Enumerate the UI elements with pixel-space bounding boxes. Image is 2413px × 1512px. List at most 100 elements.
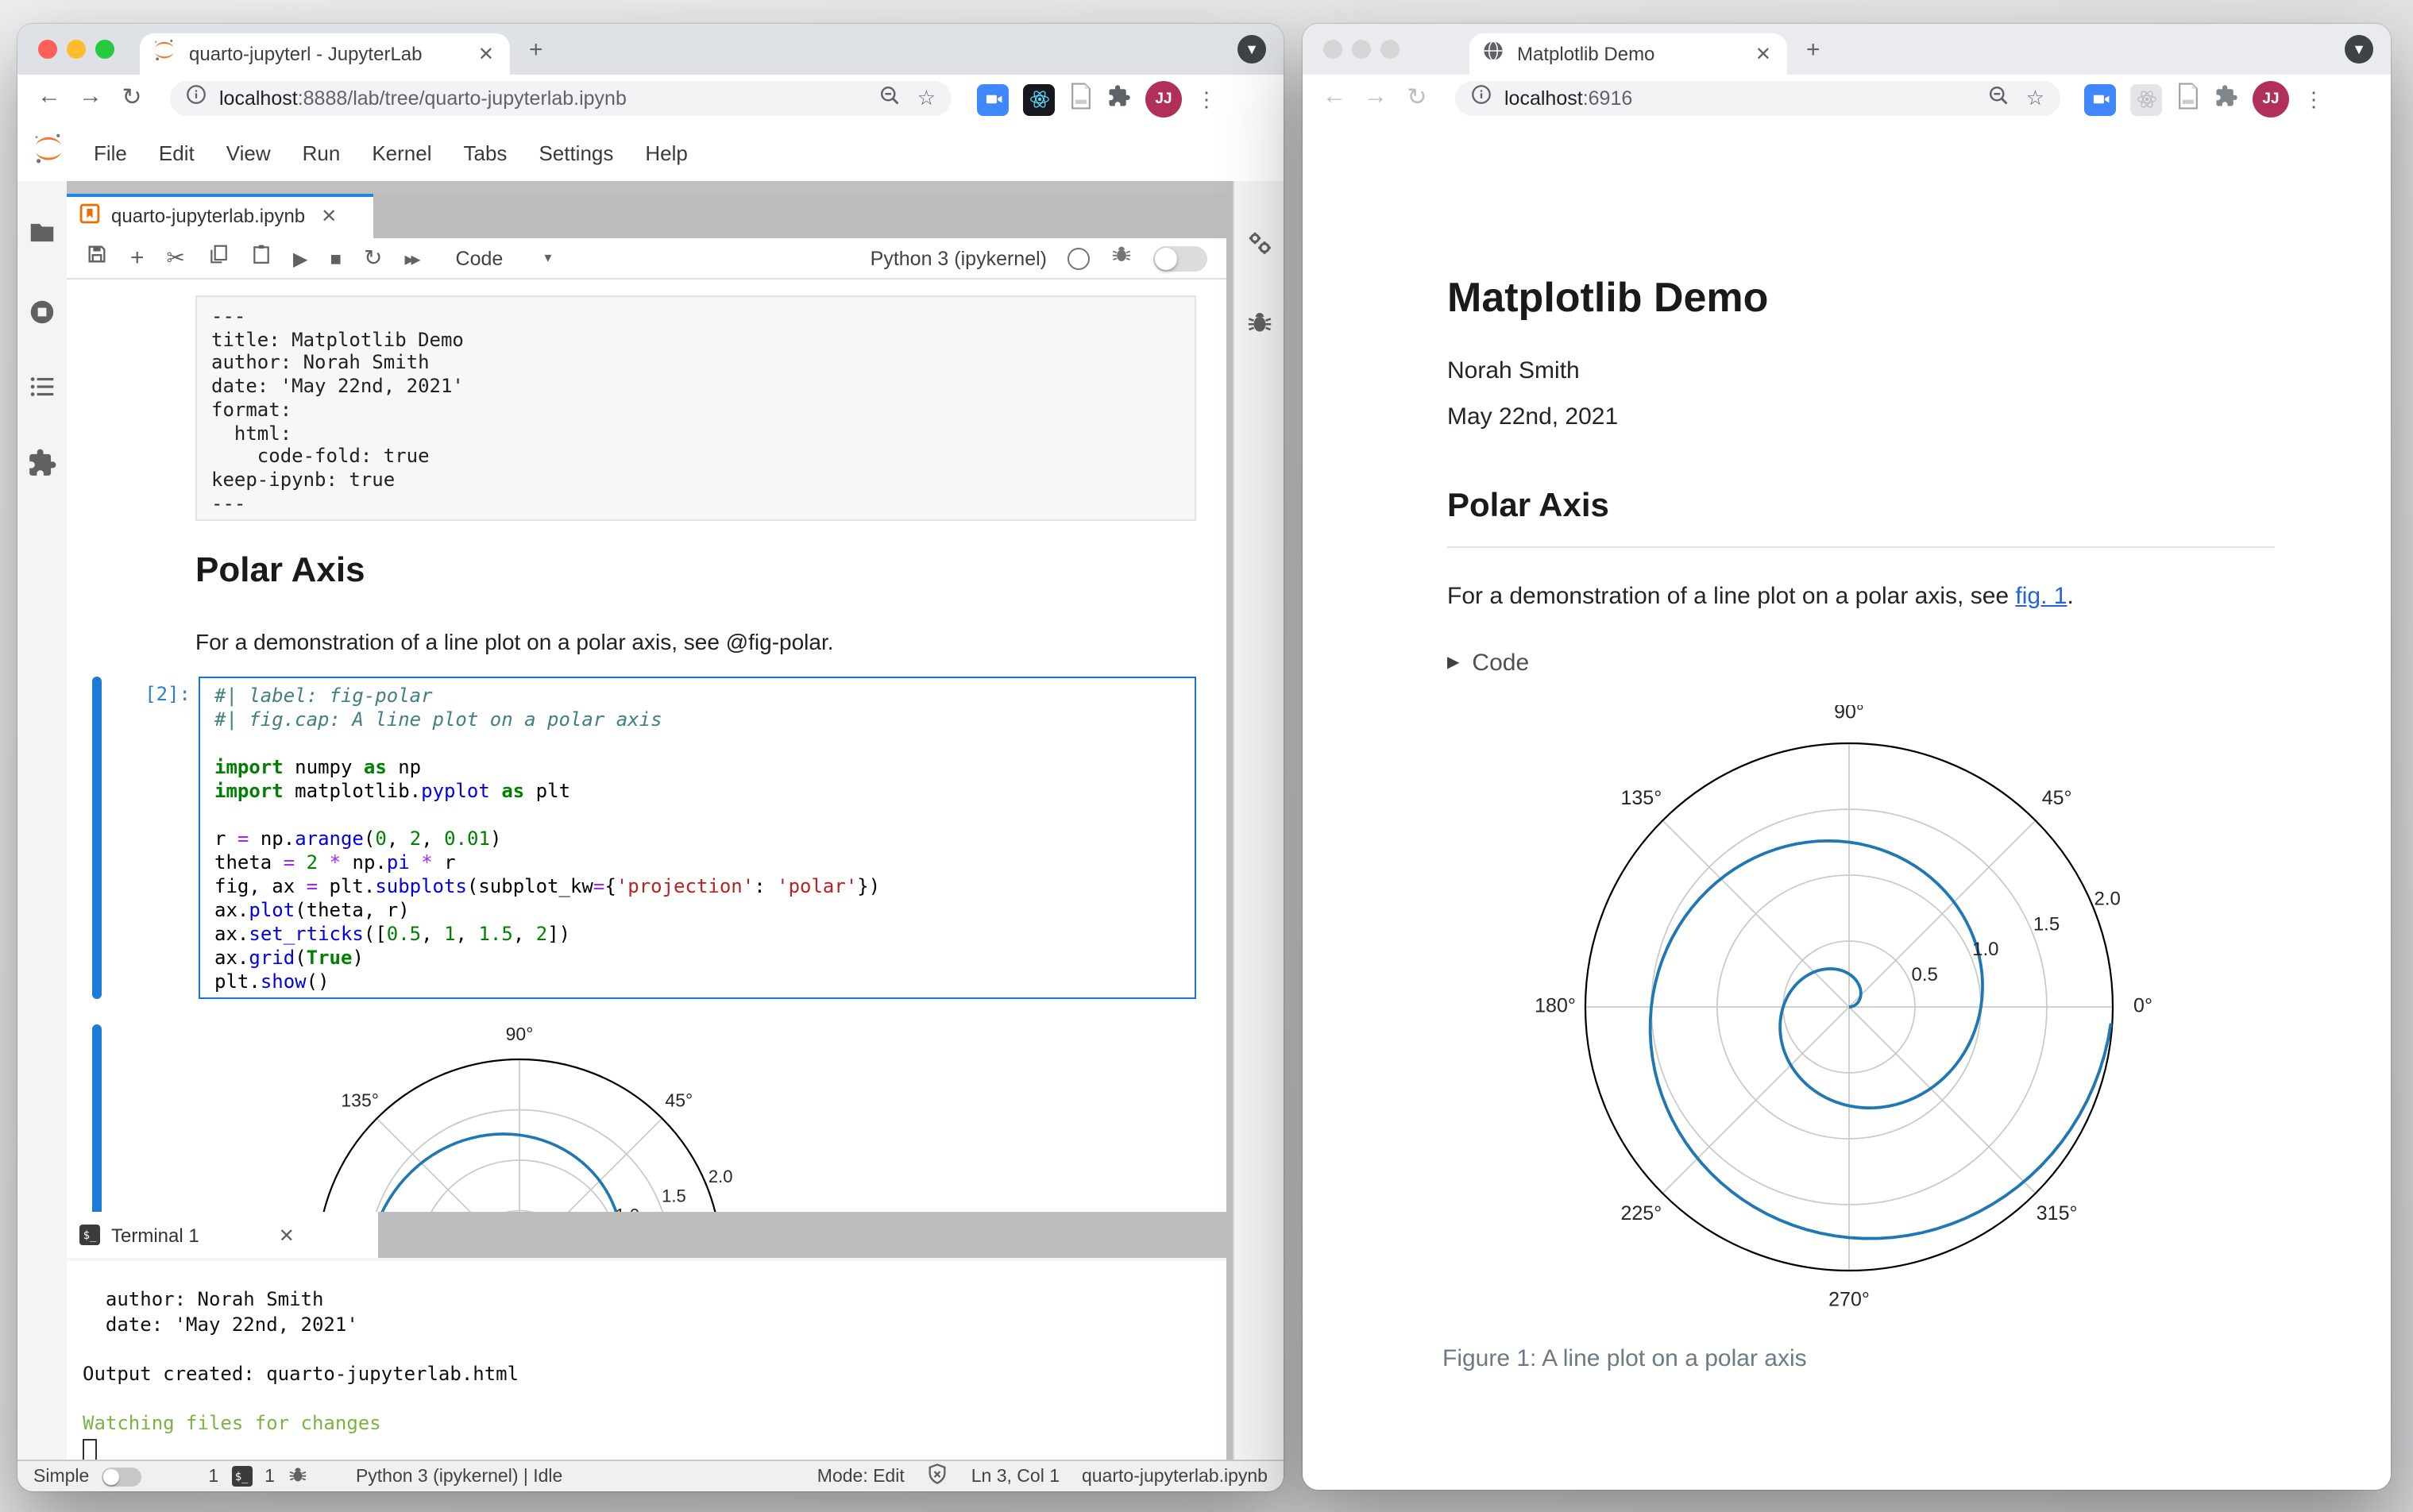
react-devtools-icon[interactable]: [2130, 83, 2162, 115]
zoom-extension-icon[interactable]: [2084, 83, 2116, 115]
paste-cell-icon[interactable]: [250, 243, 271, 273]
svg-text:180°: 180°: [1535, 995, 1576, 1017]
browser-menu-icon[interactable]: ⋮: [2303, 89, 2324, 110]
back-icon[interactable]: ←: [33, 83, 65, 110]
profile-avatar[interactable]: JJ: [1145, 81, 1182, 118]
cell-collapser[interactable]: [92, 677, 102, 999]
debugger-sidebar-icon[interactable]: [1245, 308, 1276, 338]
file-browser-icon[interactable]: [27, 218, 57, 248]
browser-tabstrip: quarto-jupyterl - JupyterLab ✕ + ▼: [17, 24, 1284, 75]
trust-shield-icon: [927, 1463, 949, 1490]
running-kernels-icon[interactable]: [27, 297, 57, 327]
debugger-bug-icon[interactable]: [1110, 243, 1133, 273]
stop-kernel-icon[interactable]: ■: [330, 247, 342, 269]
kernel-status-text[interactable]: Python 3 (ipykernel) | Idle: [356, 1467, 562, 1486]
menubar-item[interactable]: Help: [629, 141, 704, 164]
menubar-item[interactable]: Edit: [143, 141, 210, 164]
docs-extension-icon[interactable]: [1069, 82, 1093, 117]
url-text: localhost:6916: [1504, 87, 1633, 110]
notebook-toolbar: + ✂ ▶ ■ ↻ ▸▸ Code ▾ Python 3 (ipykernel): [67, 238, 1226, 280]
kernel-status-icon[interactable]: [1068, 247, 1090, 269]
save-icon[interactable]: [86, 243, 108, 273]
menubar-item[interactable]: Run: [287, 141, 357, 164]
forward-icon[interactable]: →: [1360, 83, 1392, 110]
profile-avatar[interactable]: JJ: [2253, 81, 2289, 118]
extensions-puzzle-icon[interactable]: [2214, 83, 2238, 115]
reload-icon[interactable]: ↻: [1401, 83, 1433, 111]
notebook-tab[interactable]: quarto-jupyterlab.ipynb ✕: [67, 194, 373, 238]
bookmark-star-icon[interactable]: ☆: [917, 86, 936, 111]
back-icon[interactable]: ←: [1318, 83, 1350, 110]
browser-menu-icon[interactable]: ⋮: [1196, 89, 1217, 110]
window-zoom-button[interactable]: [1380, 40, 1400, 59]
window-zoom-button[interactable]: [95, 40, 114, 59]
forward-icon[interactable]: →: [75, 83, 106, 110]
react-devtools-icon[interactable]: [1023, 83, 1055, 115]
mode-indicator[interactable]: Mode: Edit: [817, 1467, 905, 1486]
cursor-position[interactable]: Ln 3, Col 1: [971, 1467, 1060, 1486]
terminal-body[interactable]: author: Norah Smith date: 'May 22nd, 202…: [67, 1258, 1226, 1461]
svg-text:1.5: 1.5: [662, 1186, 686, 1205]
new-tab-button[interactable]: +: [529, 37, 543, 64]
insert-cell-icon[interactable]: +: [130, 245, 145, 272]
output-collapser[interactable]: [92, 1024, 102, 1212]
run-cell-icon[interactable]: ▶: [293, 247, 307, 269]
zoom-extension-icon[interactable]: [977, 83, 1009, 115]
tab-search-icon[interactable]: ▼: [2345, 35, 2373, 64]
menubar-item[interactable]: Settings: [523, 141, 629, 164]
notebook-tab-label: quarto-jupyterlab.ipynb: [111, 205, 306, 227]
property-inspector-icon[interactable]: [1245, 229, 1276, 259]
quarto-document: Matplotlib Demo Norah Smith May 22nd, 20…: [1303, 124, 2391, 1490]
code-fold-toggle[interactable]: ▶ Code: [1447, 650, 1529, 677]
restart-run-all-icon[interactable]: ▸▸: [404, 247, 420, 269]
address-bar[interactable]: localhost:6916 ☆: [1455, 81, 2060, 116]
kernel-count[interactable]: 1: [264, 1467, 275, 1486]
site-info-icon[interactable]: [186, 84, 207, 113]
svg-text:45°: 45°: [2042, 787, 2072, 809]
zoom-level-icon[interactable]: [1988, 83, 2010, 114]
window-minimize-button[interactable]: [1352, 40, 1371, 59]
copy-cell-icon[interactable]: [207, 243, 228, 273]
extensions-puzzle-icon[interactable]: [1107, 83, 1131, 115]
cut-cell-icon[interactable]: ✂: [167, 245, 185, 272]
cell-type-select[interactable]: Code ▾: [456, 247, 552, 269]
simple-mode-toggle[interactable]: [102, 1467, 142, 1486]
bookmark-star-icon[interactable]: ☆: [2026, 86, 2044, 111]
terminal-count-icon: $_: [231, 1466, 253, 1487]
zoom-level-icon[interactable]: [879, 83, 901, 114]
window-close-button[interactable]: [1323, 40, 1342, 59]
extension-manager-icon[interactable]: [27, 448, 57, 478]
toolbar-toggle[interactable]: [1153, 245, 1207, 271]
menubar-item[interactable]: Kernel: [356, 141, 447, 164]
tab-close-icon[interactable]: ✕: [475, 43, 497, 65]
terminal-tab-close-icon[interactable]: ✕: [279, 1224, 295, 1246]
kernel-name[interactable]: Python 3 (ipykernel): [871, 247, 1047, 269]
raw-cell[interactable]: --- title: Matplotlib Demo author: Norah S…: [195, 295, 1196, 521]
browser-tab[interactable]: quarto-jupyterl - JupyterLab ✕: [140, 33, 510, 75]
figure-crossref-link[interactable]: fig. 1: [2015, 583, 2067, 610]
site-info-icon[interactable]: [1471, 84, 1492, 113]
terminal-cursor: [83, 1439, 97, 1461]
notebook-tab-close-icon[interactable]: ✕: [321, 205, 337, 227]
code-cell[interactable]: #| label: fig-polar #| fig.cap: A line pl…: [199, 677, 1196, 999]
menubar-item[interactable]: View: [210, 141, 287, 164]
tab-close-icon[interactable]: ✕: [1752, 43, 1774, 65]
menubar-item[interactable]: Tabs: [448, 141, 523, 164]
terminal-tab[interactable]: $_ Terminal 1 ✕: [67, 1212, 378, 1258]
docs-extension-icon[interactable]: [2176, 82, 2200, 117]
restart-kernel-icon[interactable]: ↻: [364, 245, 382, 272]
raw-cell-line: title: Matplotlib Demo: [211, 328, 464, 351]
address-bar[interactable]: localhost:8888/lab/tree/quarto-jupyterla…: [170, 81, 952, 116]
menubar-item[interactable]: File: [78, 141, 143, 164]
new-tab-button[interactable]: +: [1806, 37, 1820, 64]
window-close-button[interactable]: [38, 40, 57, 59]
terminal-icon: $_: [79, 1225, 100, 1245]
tab-search-icon[interactable]: ▼: [1237, 35, 1266, 64]
table-of-contents-icon[interactable]: [27, 372, 57, 402]
reload-icon[interactable]: ↻: [116, 83, 148, 111]
notebook-content[interactable]: --- title: Matplotlib Demo author: Norah S…: [67, 280, 1226, 1212]
window-minimize-button[interactable]: [67, 40, 86, 59]
terminal-count[interactable]: 1: [208, 1467, 218, 1486]
browser-tab[interactable]: Matplotlib Demo ✕: [1469, 33, 1787, 75]
